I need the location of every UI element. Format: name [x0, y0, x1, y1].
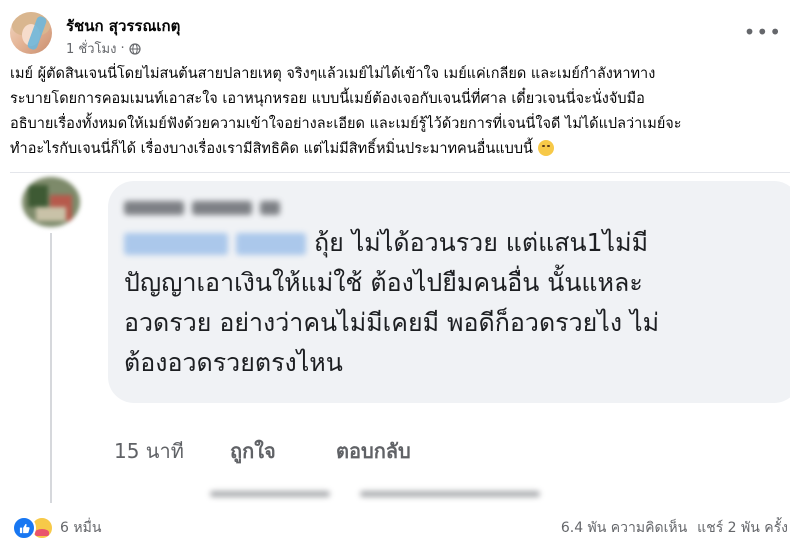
- like-reaction-icon: [12, 516, 36, 540]
- reaction-summary[interactable]: 6 หมื่น: [12, 516, 101, 540]
- shares-count[interactable]: แชร์ 2 พัน ครั้ง: [697, 517, 788, 539]
- post-meta: 1 ชั่วโมง ·: [66, 38, 141, 59]
- smiling-face-emoji: [537, 140, 554, 156]
- comments-count[interactable]: 6.4 พัน ความคิดเห็น: [561, 517, 687, 539]
- thumbs-up-icon: [19, 523, 30, 533]
- globe-icon[interactable]: [128, 42, 141, 55]
- post-body: เมย์ ผู้ตัดสินเจนนี่โดยไม่สนต้นสายปลายเห…: [10, 62, 792, 162]
- more-options-icon[interactable]: •••: [744, 20, 782, 44]
- author-avatar[interactable]: [10, 12, 52, 54]
- engagement-stats: 6.4 พัน ความคิดเห็น แชร์ 2 พัน ครั้ง: [561, 517, 788, 539]
- reaction-count[interactable]: 6 หมื่น: [60, 517, 101, 539]
- post-header: รัชนก สุวรรณเกตุ 1 ชั่วโมง · •••: [0, 0, 800, 66]
- post-footer: 6 หมื่น 6.4 พัน ความคิดเห็น แชร์ 2 พัน ค…: [0, 508, 800, 544]
- comment-bubble: ถุ้ย ไม่ได้อวนรวย แต่แสน1ไม่มี ปัญญาเอาเ…: [108, 181, 790, 403]
- post-text: เมย์ ผู้ตัดสินเจนนี่โดยไม่สนต้นสายปลายเห…: [10, 66, 682, 157]
- embedded-comment-screenshot: ถุ้ย ไม่ได้อวนรวย แต่แสน1ไม่มี ปัญญาเอาเ…: [10, 172, 790, 503]
- comment-time[interactable]: 15 นาที: [114, 435, 230, 467]
- comment-actions: 15 นาที ถูกใจ ตอบกลับ: [114, 435, 411, 467]
- comment-reply-button[interactable]: ตอบกลับ: [336, 435, 411, 467]
- next-comment-redacted: [210, 491, 630, 499]
- commenter-name-redacted: [124, 197, 280, 219]
- commenter-avatar: [22, 177, 80, 227]
- post-time[interactable]: 1 ชั่วโมง: [66, 38, 116, 59]
- thread-line: [50, 233, 52, 503]
- comment-text: ถุ้ย ไม่ได้อวนรวย แต่แสน1ไม่มี ปัญญาเอาเ…: [124, 228, 660, 377]
- comment-like-button[interactable]: ถูกใจ: [230, 435, 336, 467]
- author-name[interactable]: รัชนก สุวรรณเกตุ: [66, 14, 180, 38]
